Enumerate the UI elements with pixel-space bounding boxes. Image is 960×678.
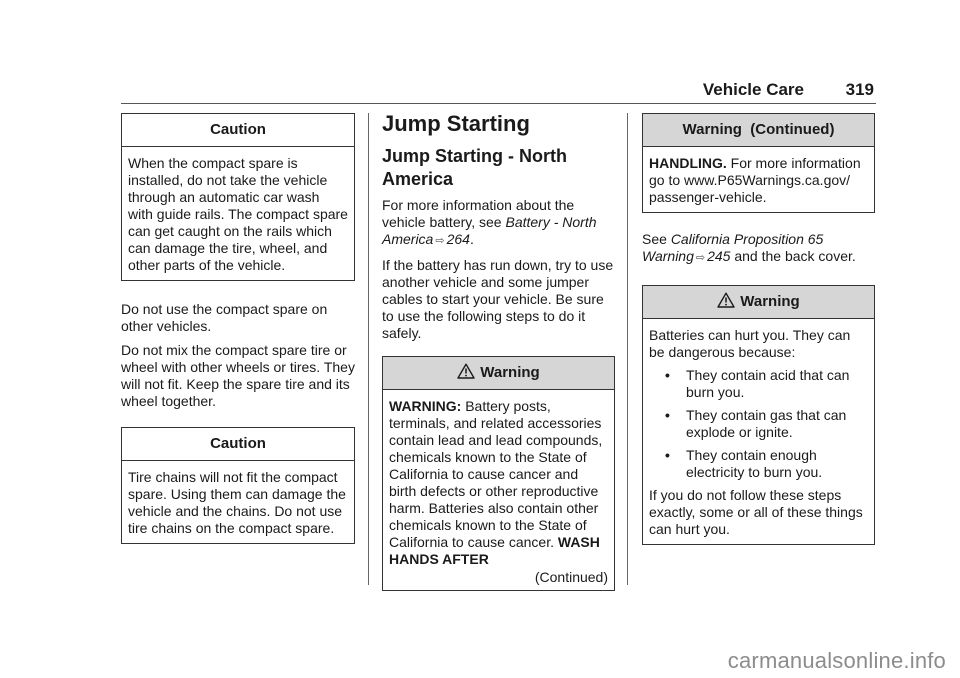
column-divider-1 xyxy=(368,113,369,585)
xref-page-number[interactable]: 264 xyxy=(447,231,470,247)
page-number: 319 xyxy=(845,80,874,99)
continued-label: (Continued) xyxy=(534,569,608,585)
chapter-title: Vehicle Care xyxy=(702,80,804,99)
caution-box-car-wash: Caution When the compact spare is instal… xyxy=(121,113,355,281)
warning-header: Warning xyxy=(383,357,614,390)
warning-header: Warning xyxy=(643,286,874,319)
warning-triangle-icon xyxy=(457,359,475,391)
header-rule xyxy=(121,103,876,104)
page-header: Vehicle Care 319 xyxy=(121,80,876,102)
list-item: • They contain gas that can explode or ig… xyxy=(665,407,847,440)
caution-text: When the compact spare is installed, do … xyxy=(128,155,348,273)
paragraph: If the battery has run down, try to use … xyxy=(382,257,614,341)
warning-heading: Warning xyxy=(480,364,540,381)
caution-text: Tire chains will not fit the compact spa… xyxy=(128,469,346,536)
subsection-title: Jump Starting - North America xyxy=(382,146,567,189)
hazard-list: • They contain acid that can burn you. • T… xyxy=(649,367,868,481)
column-3: Warning (Continued) HANDLING. For more i… xyxy=(642,113,875,567)
xref-arrow-icon: ⇨ xyxy=(695,252,706,264)
bullet-icon: • xyxy=(665,407,670,423)
caution-box-tire-chains: Caution Tire chains will not fit the com… xyxy=(121,427,355,544)
caution-heading: Caution xyxy=(122,428,354,461)
warning-closing: If you do not follow these steps exactly… xyxy=(649,487,863,537)
paragraph-prop65-ref: See California Proposition 65 Warning ⇨ 24… xyxy=(642,231,856,264)
caution-heading: Caution xyxy=(122,114,354,147)
bullet-icon: • xyxy=(665,447,670,463)
warning-box-battery-danger: Warning Batteries can hurt you. They can… xyxy=(642,285,875,545)
xref-page-number[interactable]: 245 xyxy=(707,248,730,264)
warning-continued-text: HANDLING. For more information go to www… xyxy=(649,155,861,205)
paragraph-battery-ref: For more information about the vehicle b… xyxy=(382,197,597,247)
warning-continued-heading: Warning (Continued) xyxy=(643,114,874,147)
xref-arrow-icon: ⇨ xyxy=(435,235,445,247)
watermark: carmanualsonline.info xyxy=(727,648,946,673)
warning-heading: Warning xyxy=(740,293,800,310)
column-1: Caution When the compact spare is instal… xyxy=(121,113,355,566)
list-item: • They contain acid that can burn you. xyxy=(665,367,850,400)
list-item: • They contain enough electricity to burn… xyxy=(665,447,823,480)
warning-text: WARNING: Battery posts, terminals, and r… xyxy=(389,398,603,567)
warning-continued-box: Warning (Continued) HANDLING. For more i… xyxy=(642,113,875,213)
column-divider-2 xyxy=(627,113,628,585)
column-2: Jump Starting Jump Starting - North Amer… xyxy=(382,111,615,613)
bullet-icon: • xyxy=(665,367,670,383)
warning-box-lead: Warning WARNING: Battery posts, terminal… xyxy=(382,356,615,591)
warning-triangle-icon xyxy=(717,288,735,320)
paragraph: Do not mix the compact spare tire or whe… xyxy=(121,342,355,409)
warning-intro: Batteries can hurt you. They can be dang… xyxy=(649,327,851,360)
section-title: Jump Starting xyxy=(382,111,530,136)
paragraph: Do not use the compact spare on other ve… xyxy=(121,301,328,334)
